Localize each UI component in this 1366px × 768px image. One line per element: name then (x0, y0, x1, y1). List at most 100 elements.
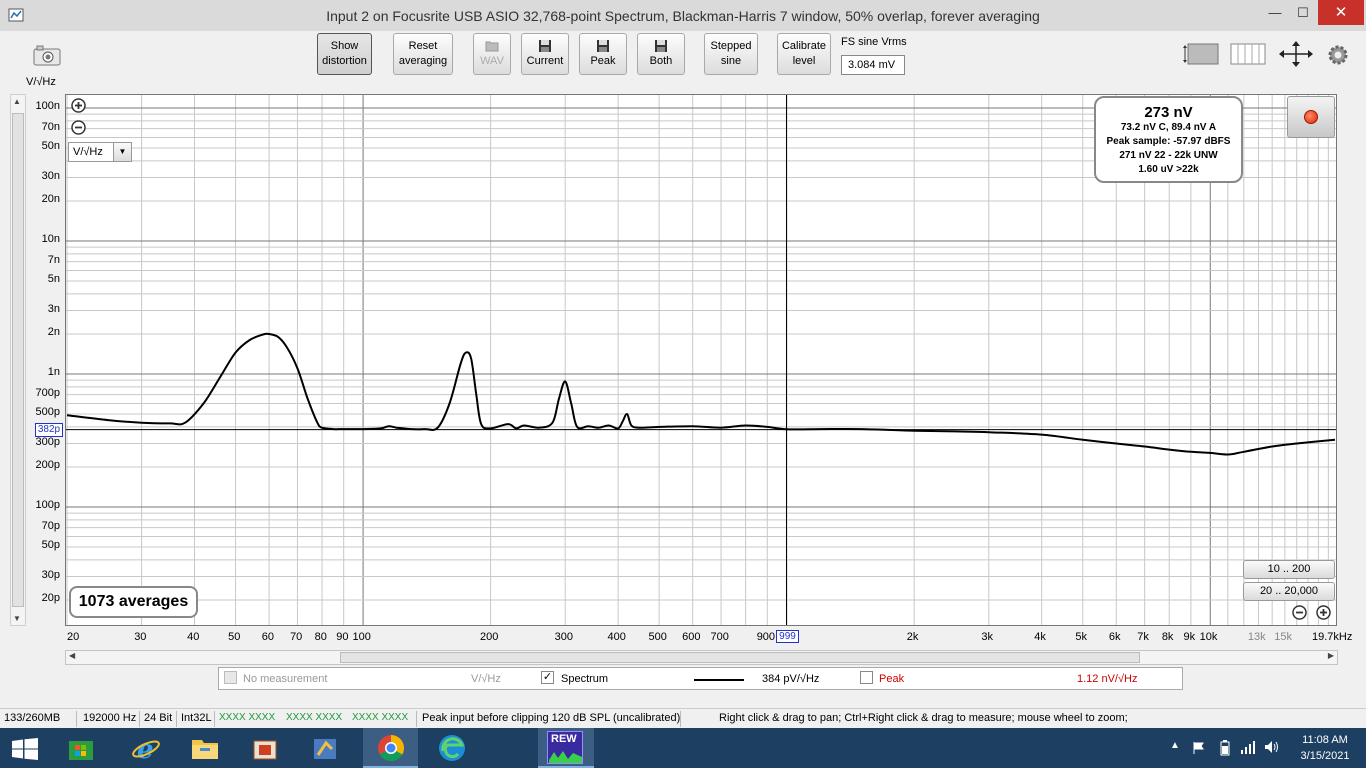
show-distortion-button[interactable]: Show distortion (317, 33, 372, 75)
range-10-200-button[interactable]: 10 .. 200 (1243, 560, 1335, 579)
y-tick-label: 100p (35, 499, 60, 511)
zoom-in-icon[interactable] (71, 98, 86, 113)
x-tick-label: 600 (682, 631, 701, 643)
reset-averaging-button[interactable]: Reset averaging (393, 33, 453, 75)
no-measurement-unit: V/√Hz (471, 673, 501, 685)
taskbar-clock[interactable]: 11:08 AM 3/15/2021 (1290, 732, 1360, 764)
minimize-button[interactable]: — (1260, 0, 1290, 25)
save-current-button[interactable]: Current (521, 33, 569, 75)
x-tick-label: 20 (67, 631, 80, 643)
scroll-down-arrow-icon[interactable]: ▼ (13, 614, 21, 623)
network-signal-icon[interactable] (1240, 740, 1256, 754)
x-tick-label: 19.7kHz (1312, 631, 1353, 643)
range-20-20000-button[interactable]: 20 .. 20,000 (1243, 582, 1335, 601)
horizontal-scroll-thumb[interactable] (340, 652, 1140, 663)
rew-icon: REW (547, 731, 583, 764)
taskbar-rew[interactable]: REW (538, 728, 594, 768)
x-tick-label: 70 (290, 631, 303, 643)
vertical-scroll-thumb[interactable] (12, 113, 24, 607)
legend-bar: No measurement V/√Hz ✓ Spectrum 384 pV/√… (218, 667, 1183, 690)
toolbar: Show distortion Reset averaging WAV Curr… (0, 31, 1366, 89)
save-both-button[interactable]: Both (637, 33, 685, 75)
calibrate-level-button[interactable]: Calibrate level (777, 33, 831, 75)
show-distortion-label-1: Show (330, 40, 359, 52)
level-meter-3: XXXX XXXX (352, 712, 409, 723)
x-tick-label: 13k (1247, 631, 1266, 643)
zoom-out-x-icon[interactable] (1292, 605, 1307, 620)
taskbar-store[interactable] (53, 728, 108, 768)
y-tick-label: 5n (47, 273, 60, 286)
stepped-sine-label-1: Stepped (710, 40, 752, 52)
cursor-y-value: 382p (35, 423, 63, 437)
fs-sine-value-field[interactable]: 3.084 mV (841, 55, 905, 75)
x-tick-label: 3k (981, 631, 993, 643)
spectrum-checkbox[interactable]: ✓ (541, 671, 554, 684)
toolbox-app-icon (253, 740, 277, 760)
settings-app-icon (314, 739, 336, 759)
edge-icon (439, 735, 465, 761)
taskbar-explorer[interactable] (178, 728, 233, 768)
tray-expand-icon[interactable]: ▲ (1170, 740, 1180, 751)
x-tick-label: 30 (134, 631, 147, 643)
save-peak-button[interactable]: Peak (579, 33, 627, 75)
close-button[interactable]: ✕ (1318, 0, 1364, 25)
graph-layout-icon[interactable] (1180, 40, 1220, 68)
battery-icon[interactable] (1220, 740, 1230, 756)
scroll-right-arrow-icon[interactable]: ▶ (1328, 651, 1334, 660)
spectrum-line-swatch (694, 679, 744, 681)
y-tick-label: 2n (47, 325, 60, 338)
y-tick-label: 200p (35, 458, 60, 471)
windows-start-icon[interactable] (12, 738, 38, 760)
taskbar-edge[interactable] (425, 728, 480, 768)
no-measurement-label: No measurement (243, 673, 328, 685)
rew-icon-label: REW (551, 733, 577, 745)
internet-explorer-icon: e (132, 735, 160, 763)
horizontal-scrollbar[interactable]: ◀ ▶ (65, 650, 1338, 665)
title-bar: Input 2 on Focusrite USB ASIO 32,768-poi… (0, 0, 1366, 31)
level-weighted-values: 73.2 nV C, 89.4 nV A (1120, 122, 1217, 133)
level-above-22k: 1.60 uV >22k (1138, 164, 1199, 175)
volume-icon[interactable] (1264, 740, 1280, 754)
stepped-sine-button[interactable]: Stepped sine (704, 33, 758, 75)
hint-status: Right click & drag to pan; Ctrl+Right cl… (719, 712, 1128, 724)
chevron-down-icon[interactable]: ▼ (113, 143, 131, 161)
unit-selector-dropdown[interactable]: V/√Hz ▼ (68, 142, 132, 162)
taskbar-app-5[interactable] (298, 728, 353, 768)
y-axis-unit-label: V/√Hz (26, 76, 56, 88)
level-meter-2: XXXX XXXX (286, 712, 343, 723)
settings-gear-icon[interactable] (1326, 43, 1350, 67)
cursor-x-value: 999 (776, 630, 799, 643)
calibrate-level-label-1: Calibrate (781, 40, 827, 52)
record-button[interactable] (1287, 96, 1335, 138)
chrome-icon (378, 735, 405, 762)
x-tick-label: 8k (1161, 631, 1174, 643)
peak-label: Peak (590, 55, 616, 67)
columns-icon[interactable] (1230, 43, 1266, 65)
scroll-left-arrow-icon[interactable]: ◀ (69, 651, 75, 660)
peak-checkbox[interactable] (860, 671, 873, 684)
sample-rate-status: 192000 Hz (83, 712, 137, 724)
camera-icon[interactable] (32, 43, 62, 67)
spectrum-legend-label: Spectrum (561, 673, 609, 685)
flag-icon[interactable] (1192, 741, 1206, 755)
window-title: Input 2 on Focusrite USB ASIO 32,768-poi… (326, 8, 1040, 24)
taskbar-ie[interactable]: e (118, 728, 173, 768)
zoom-out-icon[interactable] (71, 120, 86, 135)
y-tick-label: 70n (41, 120, 60, 133)
x-tick-label: 40 (187, 631, 200, 643)
y-tick-label: 10n (41, 233, 60, 245)
peak-legend-value: 1.12 nV/√Hz (1077, 673, 1138, 685)
wav-label: WAV (480, 55, 504, 67)
averages-count: 1073 averages (69, 586, 198, 618)
y-tick-label: 30n (41, 169, 60, 182)
wav-button[interactable]: WAV (473, 33, 511, 75)
floppy-disk-icon (539, 40, 551, 52)
format-status: Int32L (181, 712, 212, 724)
y-tick-label: 50n (41, 140, 60, 153)
maximize-button[interactable]: ☐ (1288, 0, 1318, 25)
taskbar-app-4[interactable] (238, 728, 293, 768)
taskbar-chrome[interactable] (363, 728, 418, 768)
fit-view-arrows-icon[interactable] (1278, 41, 1314, 67)
x-tick-label: 200 (479, 631, 499, 643)
zoom-in-x-icon[interactable] (1316, 605, 1331, 620)
